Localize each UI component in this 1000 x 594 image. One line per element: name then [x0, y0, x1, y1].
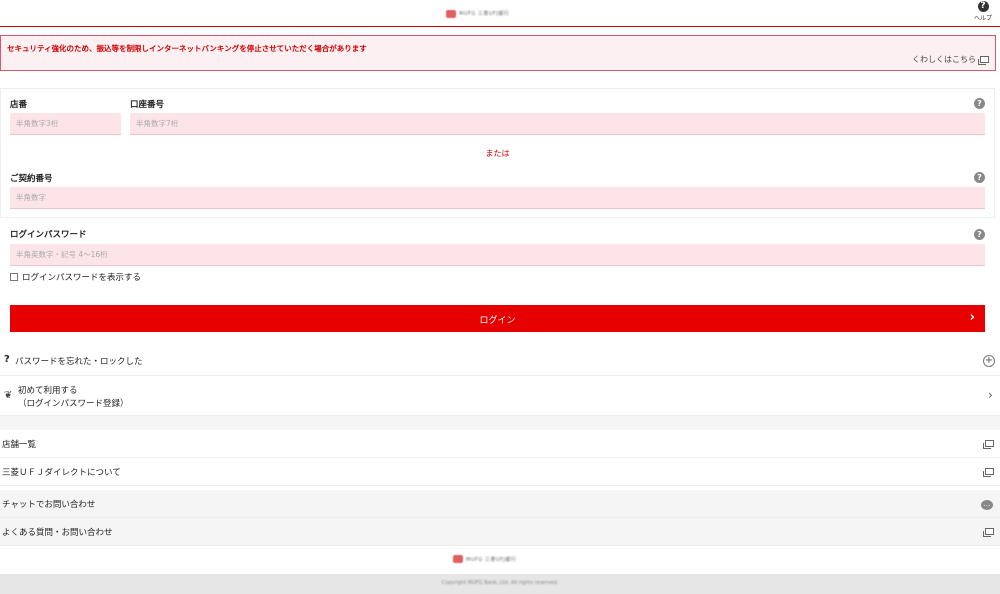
- external-window-icon: [983, 528, 994, 537]
- help-icon: ?: [977, 1, 989, 12]
- security-notice: セキュリティ強化のため、振込等を制限しインターネットバンキングを停止させていただ…: [0, 35, 996, 71]
- forgot-password-row[interactable]: ? パスワードを忘れた・ロックした +: [0, 346, 1000, 376]
- about-direct-label: 三菱ＵＦＪダイレクトについて: [2, 468, 121, 478]
- password-input[interactable]: 半角英数字・記号 4〜16桁: [10, 244, 985, 266]
- contract-label: ご契約番号: [10, 174, 53, 184]
- account-help-icon[interactable]: ?: [974, 98, 985, 109]
- branch-label: 店番: [10, 100, 28, 110]
- external-window-icon: [983, 440, 994, 449]
- first-use-row[interactable]: ❦ 初めて利用する （ログインパスワード登録） ›: [0, 377, 1000, 416]
- password-label: ログインパスワード: [10, 230, 87, 240]
- spacer: [0, 416, 1000, 430]
- contract-number-input[interactable]: 半角数字: [10, 187, 985, 209]
- show-password-label[interactable]: ログインパスワードを表示する: [22, 271, 141, 283]
- footer-brand-logo: MUFG 三菱UFJ銀行: [453, 555, 516, 563]
- about-direct-row[interactable]: 三菱ＵＦＪダイレクトについて: [0, 458, 1000, 486]
- chat-inquiry-row[interactable]: チャットでお問い合わせ …: [0, 490, 1000, 518]
- chat-bubble-icon: …: [981, 500, 993, 510]
- help-button[interactable]: ? ヘルプ: [972, 1, 994, 25]
- account-label: 口座番号: [130, 100, 165, 110]
- logo-mark-icon: [446, 9, 456, 18]
- brand-logo: MUFG 三菱UFJ銀行: [446, 8, 509, 19]
- external-window-icon: [978, 56, 989, 65]
- branch-number-input[interactable]: 半角数字3桁: [10, 113, 121, 135]
- top-header: MUFG 三菱UFJ銀行 ? ヘルプ: [0, 0, 1000, 27]
- login-button-label: ログイン: [479, 316, 516, 326]
- branch-list-label: 店舗一覧: [2, 440, 37, 450]
- chat-inquiry-label: チャットでお問い合わせ: [2, 500, 96, 510]
- notice-details-link[interactable]: くわしくはこちら: [912, 54, 989, 65]
- brand-text: MUFG 三菱UFJ銀行: [459, 11, 510, 17]
- show-password-checkbox[interactable]: [10, 273, 18, 281]
- first-use-label-line1: 初めて利用する: [18, 386, 78, 396]
- notice-text: セキュリティ強化のため、振込等を制限しインターネットバンキングを停止させていただ…: [7, 44, 367, 53]
- copyright-bar: Copyright MUFG Bank, Ltd. All rights res…: [0, 574, 1000, 594]
- plus-circle-icon: +: [983, 355, 995, 367]
- chevron-right-icon: ›: [988, 388, 993, 402]
- footer: MUFG 三菱UFJ銀行: [0, 546, 1000, 574]
- chevron-right-icon: ›: [969, 310, 975, 325]
- question-mark-icon: ?: [4, 354, 10, 365]
- or-divider: または: [485, 149, 510, 158]
- password-help-icon[interactable]: ?: [974, 229, 985, 240]
- faq-label: よくある質問・お問い合わせ: [2, 528, 113, 538]
- faq-row[interactable]: よくある質問・お問い合わせ: [0, 518, 1000, 546]
- help-label: ヘルプ: [973, 15, 992, 22]
- logo-mark-icon: [453, 555, 463, 563]
- copyright-text: Copyright MUFG Bank, Ltd. All rights res…: [441, 580, 559, 586]
- first-use-label-line2: （ログインパスワード登録）: [18, 399, 129, 409]
- leaf-icon: ❦: [4, 390, 13, 401]
- forgot-password-label: パスワードを忘れた・ロックした: [15, 357, 143, 367]
- footer-brand-text: MUFG 三菱UFJ銀行: [466, 556, 517, 563]
- contract-help-icon[interactable]: ?: [974, 172, 985, 183]
- branch-list-row[interactable]: 店舗一覧: [0, 430, 1000, 458]
- account-number-input[interactable]: 半角数字7桁: [130, 113, 985, 135]
- login-button[interactable]: ログイン ›: [10, 305, 985, 332]
- notice-link-label: くわしくはこちら: [912, 55, 976, 64]
- external-window-icon: [983, 468, 994, 477]
